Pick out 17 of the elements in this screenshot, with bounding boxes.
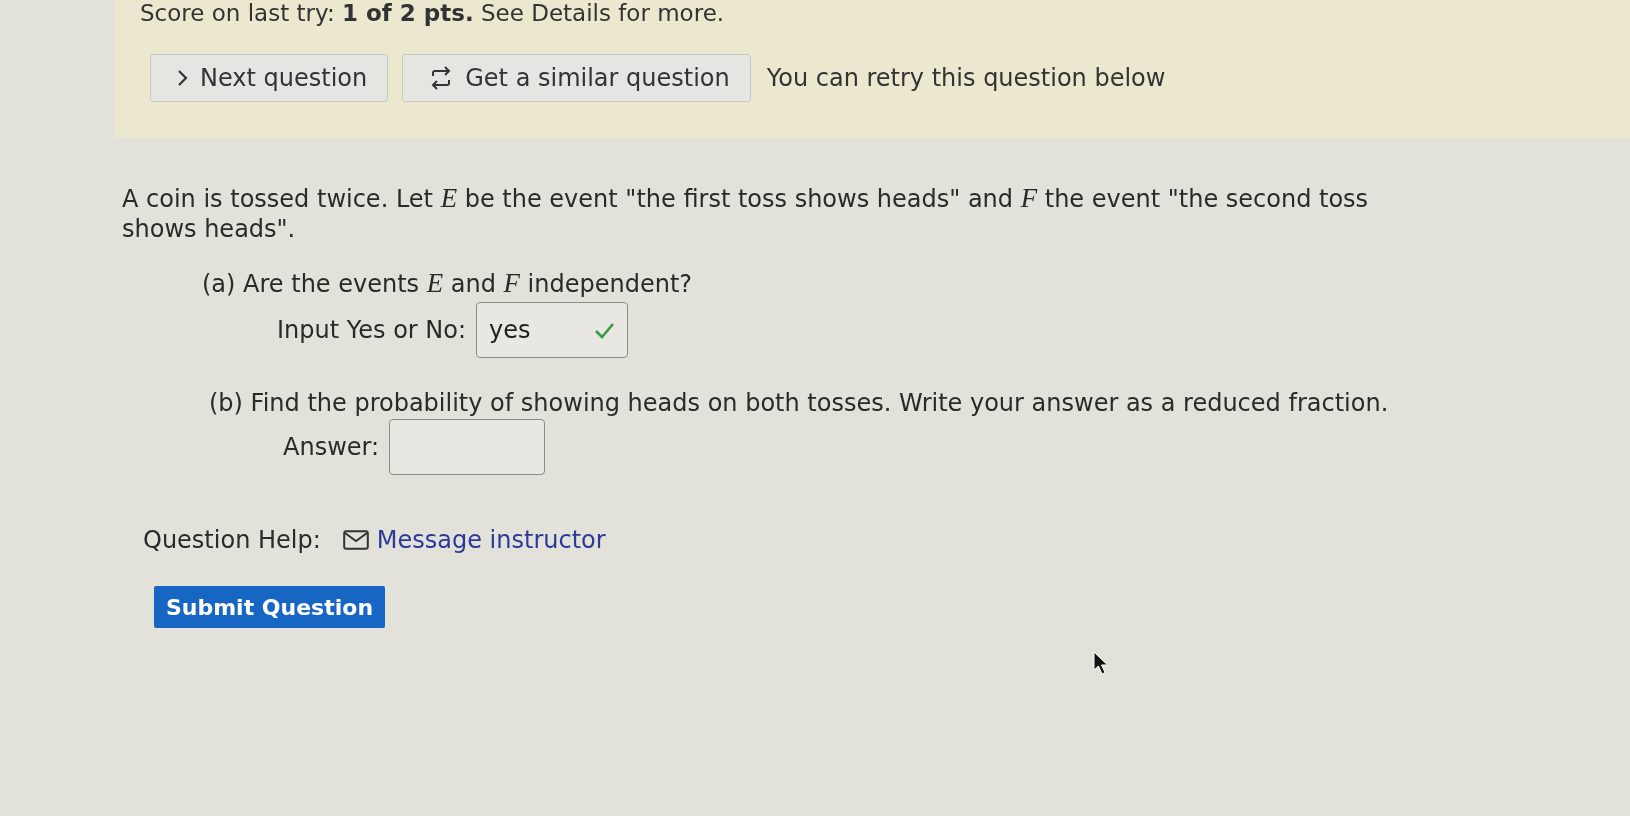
- similar-question-button[interactable]: Get a similar question: [402, 54, 751, 102]
- answer-field[interactable]: yes: [476, 302, 629, 358]
- answer-field[interactable]: [389, 419, 546, 475]
- message-instructor-link[interactable]: Message instructor: [376, 526, 606, 554]
- retry-note: You can retry this question below: [766, 64, 1166, 92]
- field-label: Input Yes or No:: [277, 316, 467, 344]
- part-prompt: (b) Find the probability of showing heads on both tosses. Write your answer as a reduced fraction.: [209, 388, 1390, 418]
- envelope-icon: [342, 530, 369, 550]
- submit-question-button[interactable]: Submit Question: [154, 586, 385, 628]
- mouse-cursor-icon: [1093, 651, 1109, 676]
- chevron-right-icon: [177, 69, 188, 87]
- part-prompt: (a) Are the events E and F independent?: [202, 268, 694, 299]
- score-text: Score on last try: 1 of 2 pts. See Details for more.: [140, 0, 726, 26]
- next-question-button[interactable]: Next question: [150, 54, 389, 102]
- help-label: Question Help:: [143, 526, 321, 554]
- question-text: A coin is tossed twice. Let E be the event "the first toss shows heads" and F the event "the second toss shows heads".: [122, 183, 1370, 244]
- field-label: Answer:: [283, 433, 380, 461]
